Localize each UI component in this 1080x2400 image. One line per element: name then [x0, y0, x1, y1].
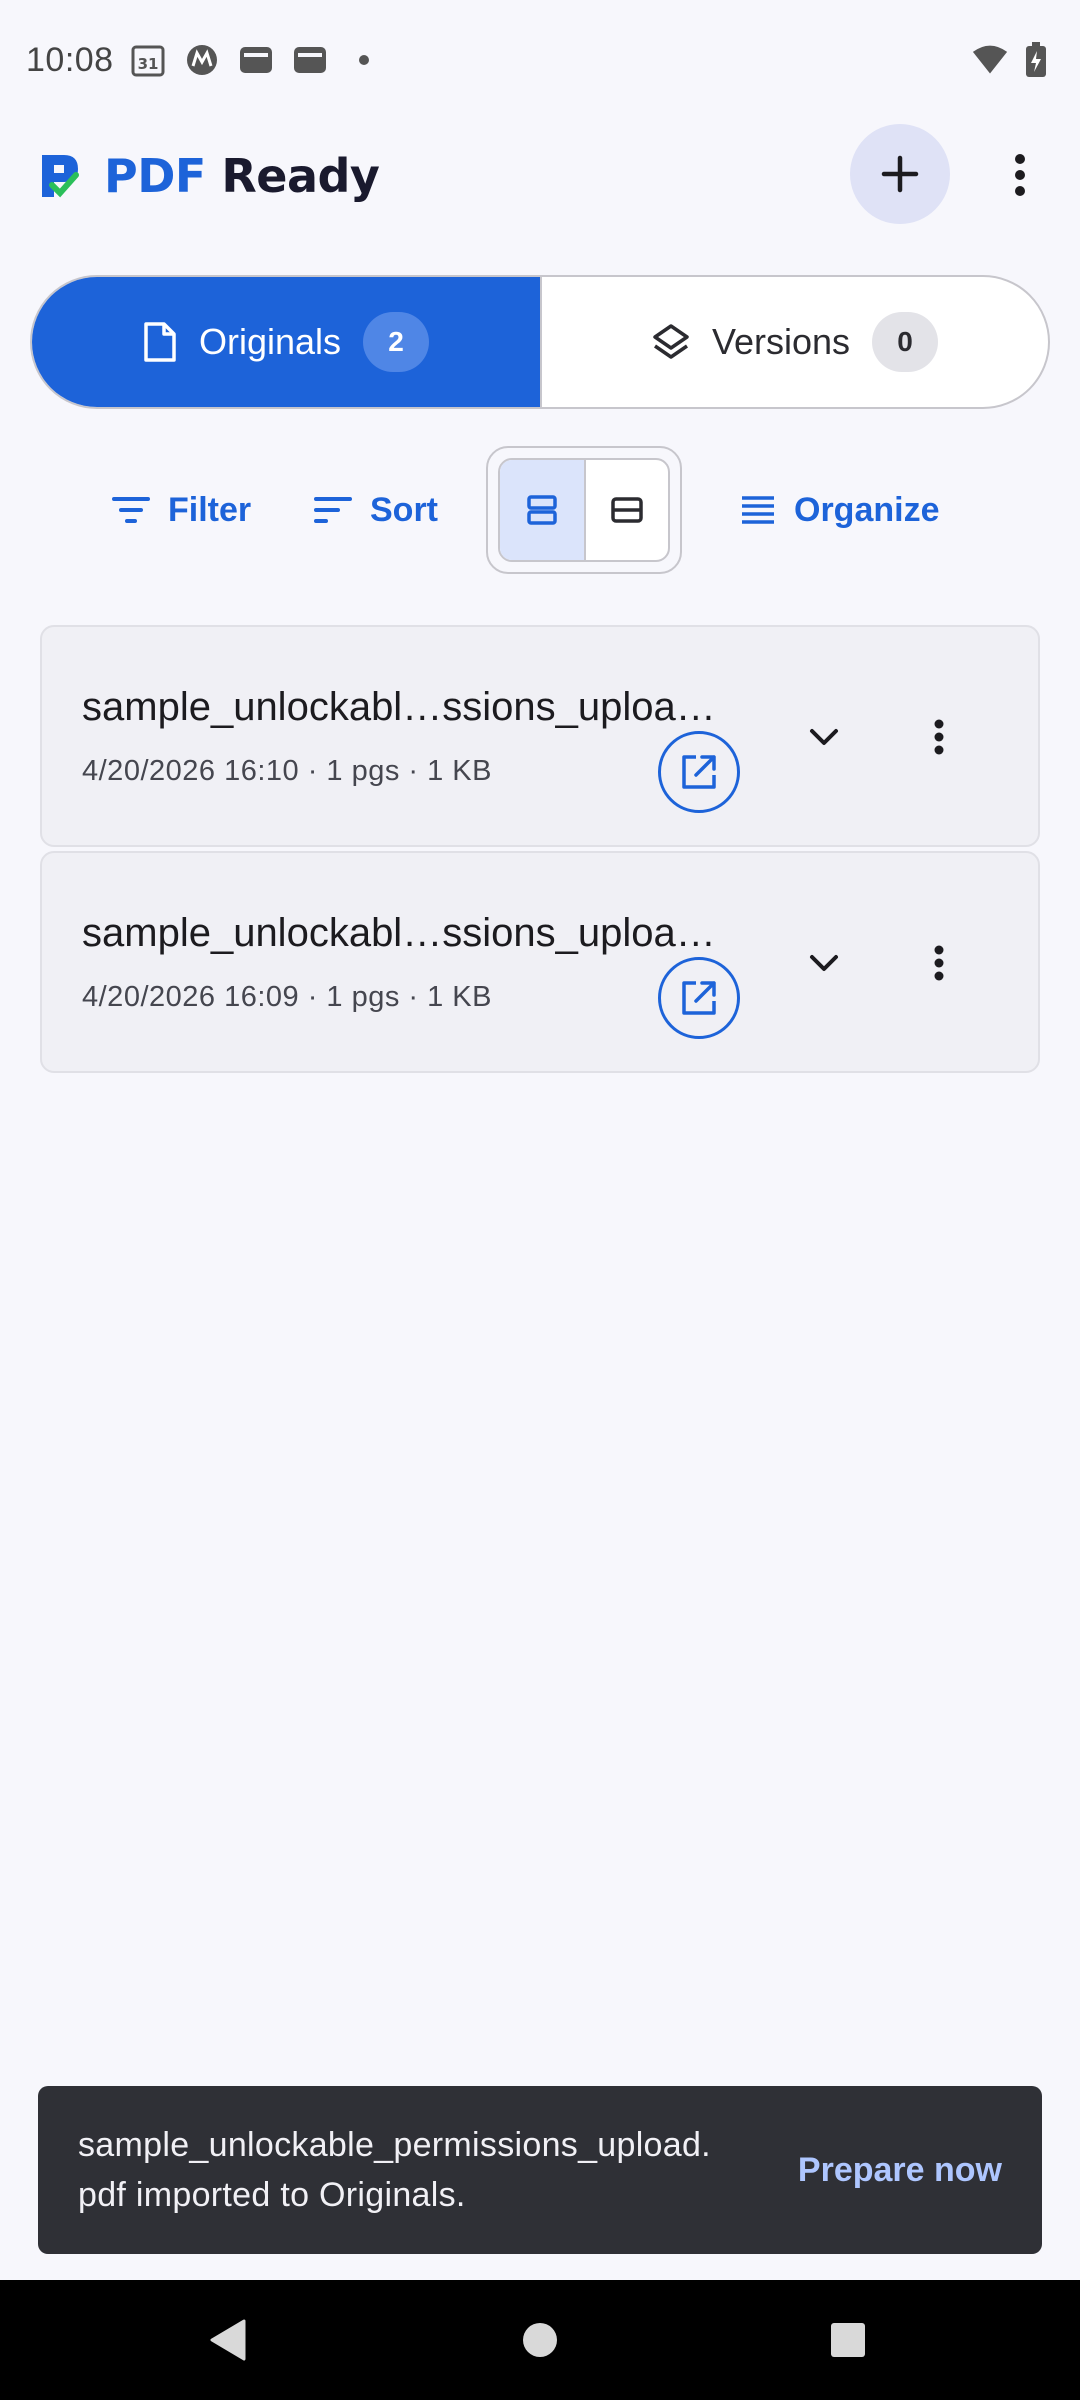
file-list-item[interactable]: sample_unlockabl…ssions_uploa… 4/20/2026…	[40, 851, 1040, 1073]
back-icon	[210, 2319, 246, 2361]
dot-icon	[346, 42, 382, 78]
status-time: 10:08	[26, 40, 114, 79]
file-more-button[interactable]	[914, 933, 964, 993]
list-toolbar: Filter Sort Organize	[0, 440, 1080, 580]
filter-button[interactable]: Filter	[112, 478, 251, 542]
collection-tabs: Originals 2 Versions 0	[30, 275, 1050, 409]
open-external-button[interactable]	[658, 957, 740, 1039]
wifi-icon	[972, 42, 1008, 78]
sort-button[interactable]: Sort	[314, 478, 438, 542]
nav-home-button[interactable]	[510, 2310, 570, 2370]
view-mode-toggle	[486, 446, 682, 574]
nav-back-button[interactable]	[198, 2310, 258, 2370]
nav-recents-button[interactable]	[818, 2310, 878, 2370]
tab-versions-label: Versions	[711, 321, 851, 362]
compact-view-option[interactable]	[584, 460, 668, 560]
expanded-view-option[interactable]	[500, 460, 584, 560]
chevron-down-icon	[810, 729, 838, 745]
wallet-icon	[238, 42, 274, 78]
sort-label: Sort	[370, 490, 438, 529]
open-external-button[interactable]	[658, 731, 740, 813]
organize-button[interactable]: Organize	[740, 478, 939, 542]
system-nav-bar	[0, 2280, 1080, 2400]
file-name: sample_unlockabl…ssions_uploa…	[82, 685, 716, 729]
tab-versions[interactable]: Versions 0	[540, 277, 1048, 407]
motorola-icon	[184, 42, 220, 78]
app-title-ready: Ready	[221, 149, 380, 203]
tab-originals-count: 2	[363, 312, 430, 372]
app-bar: PDF Ready	[0, 120, 1080, 232]
app-title: PDF Ready	[104, 149, 380, 203]
file-meta: 4/20/2026 16:09 · 1 pgs · 1 KB	[82, 981, 492, 1013]
tab-versions-count: 0	[872, 312, 939, 372]
organize-label: Organize	[794, 490, 940, 529]
recents-icon	[831, 2323, 865, 2357]
more-options-button[interactable]	[990, 140, 1050, 210]
sort-icon	[314, 497, 352, 523]
status-bar: 10:08 31	[0, 0, 1080, 120]
more-vert-icon	[934, 945, 944, 981]
more-vert-icon	[1015, 154, 1025, 196]
add-button[interactable]	[850, 124, 950, 224]
compact-view-icon	[611, 497, 643, 523]
expand-button[interactable]	[794, 707, 854, 767]
file-more-button[interactable]	[914, 707, 964, 767]
notification-icons: 31	[130, 42, 382, 78]
calendar-icon: 31	[130, 42, 166, 78]
file-meta: 4/20/2026 16:10 · 1 pgs · 1 KB	[82, 755, 492, 787]
tab-originals-label: Originals	[198, 321, 342, 362]
more-vert-icon	[934, 719, 944, 755]
prepare-now-button[interactable]: Prepare now	[798, 2151, 1002, 2190]
tab-originals[interactable]: Originals 2	[32, 277, 540, 407]
layers-icon	[653, 324, 689, 359]
app-title-pdf: PDF	[104, 149, 206, 203]
home-icon	[523, 2323, 557, 2357]
filter-icon	[112, 497, 150, 523]
calendar-day: 31	[137, 55, 158, 73]
expanded-view-icon	[527, 495, 557, 525]
plus-icon	[881, 155, 919, 193]
file-list-item[interactable]: sample_unlockabl…ssions_uploa… 4/20/2026…	[40, 625, 1040, 847]
import-snackbar: sample_unlockable_permissions_upload.pdf…	[38, 2086, 1042, 2254]
file-icon	[144, 322, 176, 362]
snackbar-message: sample_unlockable_permissions_upload.pdf…	[78, 2126, 711, 2214]
organize-icon	[742, 496, 774, 524]
app-logo-icon	[42, 155, 79, 198]
filter-label: Filter	[168, 490, 252, 529]
open-external-icon	[682, 981, 716, 1015]
battery-charging-icon	[1018, 42, 1054, 78]
chevron-down-icon	[810, 955, 838, 971]
open-external-icon	[682, 755, 716, 789]
expand-button[interactable]	[794, 933, 854, 993]
wallet-icon	[292, 42, 328, 78]
file-name: sample_unlockabl…ssions_uploa…	[82, 911, 716, 955]
